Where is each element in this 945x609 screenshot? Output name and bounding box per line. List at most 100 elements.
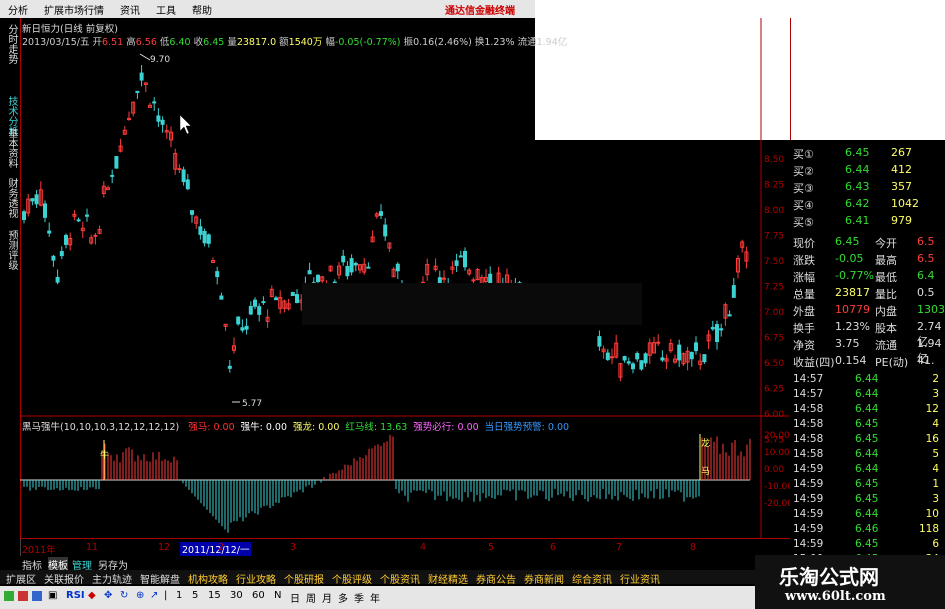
candle-body bbox=[345, 266, 350, 277]
candle-body bbox=[454, 260, 459, 266]
stat-value: 23817 bbox=[835, 286, 870, 299]
info-link[interactable]: 行业攻略 bbox=[236, 571, 276, 586]
watermark-url: www.60lt.com bbox=[785, 589, 886, 604]
price-tick: 6.00 bbox=[764, 410, 784, 420]
low-mark-label: 5.77 bbox=[242, 399, 262, 409]
tick-volume: 3 bbox=[932, 493, 939, 505]
tick-time: 14:59 bbox=[793, 523, 824, 535]
candle-body bbox=[198, 226, 203, 235]
candle-body bbox=[727, 314, 732, 317]
refresh-icon[interactable]: ↻ bbox=[120, 590, 128, 601]
candle-body bbox=[261, 301, 266, 304]
rsi-button[interactable]: RSI bbox=[66, 590, 85, 601]
info-link[interactable]: 行业资讯 bbox=[620, 571, 660, 586]
price-tick: 6.75 bbox=[764, 334, 784, 344]
tick-price: 6.44 bbox=[855, 448, 879, 460]
arrow-icon[interactable]: ↗ bbox=[150, 590, 158, 601]
info-link[interactable]: 扩展区 bbox=[6, 571, 36, 586]
tick-row: 14:57 6.44 2 bbox=[793, 373, 943, 388]
bid-label: 买① bbox=[793, 148, 814, 161]
bid-price: 6.45 bbox=[845, 146, 870, 159]
tick-volume: 3 bbox=[932, 388, 939, 400]
candle-body bbox=[190, 210, 194, 215]
indicator-legend: 黑马强牛(10,10,10,3,12,12,12,12) 强马: 0.00 强牛:… bbox=[22, 419, 569, 433]
tick-volume: 4 bbox=[932, 418, 939, 430]
divider-icon: | bbox=[164, 590, 168, 601]
tick-price: 6.45 bbox=[855, 418, 879, 430]
toolbar-icon-5[interactable]: ◆ bbox=[88, 590, 96, 601]
info-link[interactable]: 综合资讯 bbox=[572, 571, 612, 586]
tick-time: 14:59 bbox=[793, 478, 824, 490]
tick-time: 14:57 bbox=[793, 388, 824, 400]
tick-price: 6.45 bbox=[855, 493, 879, 505]
tick-volume: 2 bbox=[932, 373, 939, 385]
stat-label: 收益(四) bbox=[793, 356, 835, 369]
candle-body bbox=[139, 72, 144, 81]
move-icon[interactable]: ✥ bbox=[104, 590, 112, 601]
watermark: 乐淘公式网 www.60lt.com bbox=[755, 555, 945, 609]
price-tick: 8.50 bbox=[764, 155, 784, 165]
info-link[interactable]: 关联报价 bbox=[44, 571, 84, 586]
period-button[interactable]: 5 bbox=[192, 590, 198, 601]
info-link[interactable]: 个股研报 bbox=[284, 571, 324, 586]
info-link[interactable]: 机构攻略 bbox=[188, 571, 228, 586]
stat-label-2: 流通 bbox=[875, 339, 897, 352]
tick-volume: 6 bbox=[932, 538, 939, 550]
stat-label-2: 内盘 bbox=[875, 305, 897, 318]
info-link[interactable]: 个股资讯 bbox=[380, 571, 420, 586]
stat-value: 1.23% bbox=[835, 320, 870, 333]
tick-price: 6.44 bbox=[855, 463, 879, 475]
toolbar-icon-3[interactable] bbox=[32, 591, 42, 601]
tick-time: 14:58 bbox=[793, 433, 824, 445]
period-button[interactable]: N bbox=[274, 590, 281, 601]
toolbar-icon-1[interactable] bbox=[4, 591, 14, 601]
info-link[interactable]: 智能解盘 bbox=[140, 571, 180, 586]
period-button[interactable]: 30 bbox=[230, 590, 243, 601]
quote-panel: 买① 6.45 267 买② 6.44 412 买③ 6.43 357 买④ 6.42 1042 买⑤ 6… bbox=[790, 140, 945, 580]
tick-time: 14:58 bbox=[793, 418, 824, 430]
candle-body bbox=[307, 270, 312, 275]
toolbar-icon-4[interactable]: ▣ bbox=[48, 590, 57, 601]
period-button[interactable]: 周 bbox=[306, 590, 316, 605]
candle-body bbox=[156, 115, 161, 122]
candle-body bbox=[719, 328, 724, 331]
candle-body bbox=[22, 211, 26, 221]
period-button[interactable]: 60 bbox=[252, 590, 265, 601]
stat-value: 3.75 bbox=[835, 337, 860, 350]
candle-body bbox=[715, 324, 719, 343]
stat-row: 总量 23817 量比 0.5 bbox=[793, 286, 943, 303]
bid-price: 6.43 bbox=[845, 180, 870, 193]
indicator-tick: -10.00 bbox=[764, 482, 793, 492]
info-link[interactable]: 财经精选 bbox=[428, 571, 468, 586]
candle-body bbox=[64, 234, 68, 245]
candle-body bbox=[488, 273, 493, 284]
stat-label-2: 股本 bbox=[875, 322, 897, 335]
period-button[interactable]: 1 bbox=[176, 590, 182, 601]
tick-row: 14:59 6.45 3 bbox=[793, 493, 943, 508]
tick-price: 6.44 bbox=[855, 388, 879, 400]
stat-label: 外盘 bbox=[793, 305, 815, 318]
stat-row: 收益(四) 0.154 PE(动) 41. bbox=[793, 354, 943, 371]
bid-label: 买④ bbox=[793, 199, 814, 212]
period-button[interactable]: 日 bbox=[290, 590, 300, 605]
price-tick: 8.25 bbox=[764, 181, 784, 191]
info-link[interactable]: 券商新闻 bbox=[524, 571, 564, 586]
period-button[interactable]: 月 bbox=[322, 590, 332, 605]
period-button[interactable]: 季 bbox=[354, 590, 364, 605]
info-link[interactable]: 个股评级 bbox=[332, 571, 372, 586]
stat-value-2: 0.5 bbox=[917, 286, 935, 299]
bid-volume: 412 bbox=[891, 163, 912, 176]
info-link[interactable]: 券商公告 bbox=[476, 571, 516, 586]
toolbar-icon-2[interactable] bbox=[18, 591, 28, 601]
price-tick: 6.25 bbox=[764, 385, 784, 395]
info-link[interactable]: 主力轨迹 bbox=[92, 571, 132, 586]
month-label: 2 bbox=[218, 542, 225, 553]
tick-time: 14:59 bbox=[793, 538, 824, 550]
tick-time: 14:58 bbox=[793, 403, 824, 415]
period-button[interactable]: 15 bbox=[208, 590, 221, 601]
candle-body bbox=[290, 292, 295, 296]
period-button[interactable]: 多 bbox=[338, 590, 348, 605]
period-button[interactable]: 年 bbox=[370, 590, 380, 605]
stat-value: 0.154 bbox=[835, 354, 867, 367]
zoom-icon[interactable]: ⊕ bbox=[136, 590, 144, 601]
